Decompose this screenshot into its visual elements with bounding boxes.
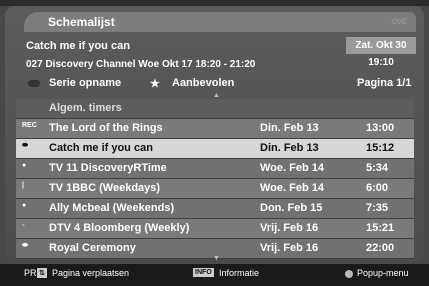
dot-icon: ⬬	[22, 142, 28, 149]
table-row[interactable]: ● TV 11 DiscoveryRTime Woe. Feb 14 5:34	[16, 159, 414, 179]
row-date: Woe. Feb 14	[260, 162, 324, 174]
timer-list: Algem. timers REC The Lord of the Rings …	[16, 99, 414, 259]
dot-icon: ●	[22, 162, 27, 169]
row-time: 7:35	[366, 202, 389, 214]
table-row[interactable]: ⬬ Catch me if you can Din. Feb 13 15:12	[16, 139, 414, 159]
clock-display: Zat. Okt 30 19:10	[346, 37, 416, 68]
footer-bar: PR ⇅ Pagina verplaatsen INFO Informatie …	[0, 264, 429, 286]
row-date: Vrij. Feb 16	[260, 242, 319, 254]
row-date: Woe. Feb 14	[260, 182, 324, 194]
pr-label: PR	[24, 268, 37, 278]
brand-logo: ᴑᴠᴇ	[391, 16, 407, 27]
row-name: TV 1BBC (Weekdays)	[49, 182, 161, 194]
move-page-label[interactable]: Pagina verplaatsen	[52, 268, 129, 278]
dot-icon: ●	[22, 202, 27, 209]
row-date: Don. Feb 15	[260, 202, 323, 214]
row-time: 13:00	[366, 122, 395, 134]
row-name: Ally Mcbeal (Weekends)	[49, 202, 175, 214]
page-title: Schemalijst	[48, 15, 115, 29]
program-details: 027 Discovery Channel Woe Okt 17 18:20 -…	[26, 59, 256, 70]
row-name: TV 11 DiscoveryRTime	[49, 162, 167, 174]
list-header: Algem. timers	[16, 99, 414, 119]
bar-icon: |	[22, 182, 24, 189]
row-name: Royal Ceremony	[49, 242, 136, 254]
program-title: Catch me if you can	[26, 40, 130, 52]
popup-button-icon	[345, 270, 353, 278]
dot-icon: ⬬	[22, 242, 28, 249]
series-dot-icon	[28, 80, 40, 87]
table-row[interactable]: | TV 1BBC (Weekdays) Woe. Feb 14 6:00	[16, 179, 414, 199]
table-row[interactable]: ◦ DTV 4 Bloomberg (Weekly) Vrij. Feb 16 …	[16, 219, 414, 239]
row-date: Din. Feb 13	[260, 122, 319, 134]
popup-label[interactable]: Popup-menu	[357, 268, 409, 278]
dot-icon: ◦	[22, 222, 25, 229]
scroll-down-icon[interactable]: ▼	[213, 255, 220, 262]
recommended-filter[interactable]: Aanbevolen	[172, 77, 234, 93]
row-time: 22:00	[366, 242, 395, 254]
row-time: 6:00	[366, 182, 389, 194]
pr-icon: ⇅	[37, 268, 47, 278]
info-label[interactable]: Informatie	[219, 268, 259, 278]
row-date: Din. Feb 13	[260, 142, 319, 154]
row-name: Catch me if you can	[49, 142, 153, 154]
page-indicator: Pagina 1/1	[357, 77, 412, 89]
row-time: 15:12	[366, 142, 395, 154]
row-date: Vrij. Feb 16	[260, 222, 319, 234]
table-row[interactable]: REC The Lord of the Rings Din. Feb 13 13…	[16, 119, 414, 139]
row-time: 15:21	[366, 222, 395, 234]
list-header-label: Algem. timers	[49, 102, 122, 114]
rec-icon: REC	[22, 122, 37, 129]
row-name: DTV 4 Bloomberg (Weekly)	[49, 222, 190, 234]
row-name: The Lord of the Rings	[49, 122, 163, 134]
series-filter[interactable]: Serie opname	[49, 77, 121, 93]
table-row[interactable]: ● Ally Mcbeal (Weekends) Don. Feb 15 7:3…	[16, 199, 414, 219]
star-icon: ★	[150, 78, 160, 90]
row-time: 5:34	[366, 162, 389, 174]
scroll-up-icon[interactable]: ▲	[213, 92, 220, 99]
info-tag: INFO	[193, 268, 214, 277]
